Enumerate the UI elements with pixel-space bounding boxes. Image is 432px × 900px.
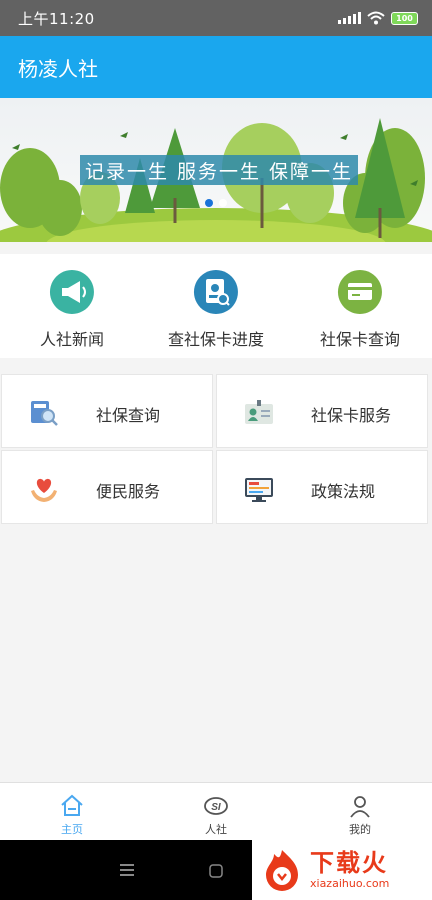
watermark-logo: 下载火 xiazaihuo.com: [252, 840, 432, 900]
banner-carousel[interactable]: 记录一生 服务一生 保障一生: [0, 98, 432, 242]
shortcut-label: 社保卡查询: [319, 330, 400, 349]
fire-logo-icon: [266, 850, 298, 891]
watermark-url: xiazaihuo.com: [310, 877, 390, 890]
tab-renshe[interactable]: SI 人社: [144, 783, 288, 840]
shortcut-label: 人社新闻: [39, 330, 104, 349]
carousel-dot: [219, 199, 227, 207]
service-label: 社保查询: [96, 406, 161, 425]
status-time: 上午11:20: [18, 9, 95, 28]
service-tile-convenience[interactable]: 便民服务: [1, 450, 213, 524]
shortcut-row: 人社新闻 查社保卡进度 社保卡查询: [0, 254, 432, 358]
tab-mine[interactable]: 我的: [288, 783, 432, 840]
shortcut-news[interactable]: 人社新闻: [0, 254, 144, 358]
monitor-icon: [245, 478, 273, 502]
watermark-title: 下载火: [310, 849, 388, 877]
app-header: 杨凌人社: [0, 36, 432, 98]
carousel-indicator: [0, 199, 432, 207]
shortcut-label: 查社保卡进度: [167, 330, 264, 349]
battery-icon: 100: [391, 11, 418, 25]
status-icons: 100: [338, 11, 418, 25]
home-icon: [61, 794, 83, 816]
tab-home[interactable]: 主页: [0, 783, 144, 840]
service-tile-card-service[interactable]: 社保卡服务: [216, 374, 428, 448]
shortcut-card-progress[interactable]: 查社保卡进度: [144, 254, 288, 358]
id-card-icon: [245, 400, 273, 424]
service-tile-policy[interactable]: 政策法规: [216, 450, 428, 524]
bottom-tab-bar: 主页 SI 人社 我的: [0, 782, 432, 840]
si-logo-icon: SI: [204, 797, 228, 815]
service-tile-social-security-query[interactable]: 社保查询: [1, 374, 213, 448]
shortcut-card-query[interactable]: 社保卡查询: [288, 254, 432, 358]
user-icon: [350, 796, 370, 818]
service-label: 便民服务: [96, 482, 161, 501]
home-button-icon[interactable]: [209, 864, 223, 878]
service-label: 社保卡服务: [311, 406, 392, 425]
banner-slogan: 记录一生 服务一生 保障一生: [80, 155, 358, 185]
tab-label: 人社: [205, 823, 227, 836]
tab-label: 主页: [61, 823, 83, 836]
status-bar: 上午11:20 100: [0, 0, 432, 36]
carousel-dot-active: [205, 199, 213, 207]
menu-icon[interactable]: [120, 864, 134, 876]
service-label: 政策法规: [311, 482, 376, 501]
book-search-icon: [31, 401, 58, 426]
heart-hands-icon: [31, 478, 57, 502]
signal-icon: [338, 12, 361, 24]
card-query-icon: [337, 270, 382, 314]
tab-label: 我的: [349, 823, 371, 836]
svg-text:SI: SI: [211, 802, 221, 813]
page-title: 杨凌人社: [18, 56, 98, 81]
megaphone-icon: [49, 270, 94, 314]
card-progress-icon: [193, 270, 238, 314]
wifi-icon: [367, 11, 385, 25]
